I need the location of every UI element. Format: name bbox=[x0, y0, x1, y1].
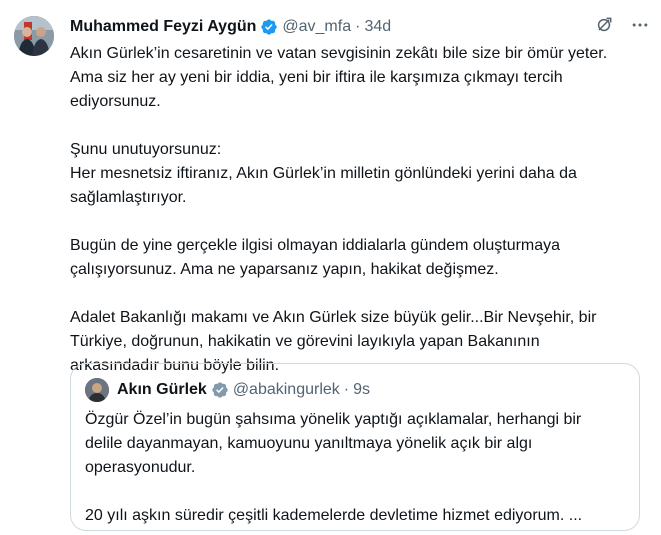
author-handle[interactable]: @av_mfa bbox=[282, 18, 351, 36]
quoted-tweet-timestamp[interactable]: 9s bbox=[353, 381, 370, 399]
tweet: Muhammed Feyzi Aygün @av_mfa · 34d Akın … bbox=[0, 0, 661, 535]
quoted-line: 20 yılı aşkın süredir çeşitli kademelerd… bbox=[85, 507, 583, 524]
verified-badge-icon bbox=[260, 18, 278, 36]
tweet-line: Her mesnetsiz iftiranız, Akın Gürlek’in … bbox=[70, 165, 577, 182]
quoted-line: operasyonudur. bbox=[85, 459, 196, 476]
tweet-text: Akın Gürlek’in cesaretinin ve vatan sevg… bbox=[70, 42, 650, 378]
tweet-line: Bugün de yine gerçekle ilgisi olmayan id… bbox=[70, 237, 561, 254]
quoted-author-avatar[interactable] bbox=[85, 378, 109, 402]
tweet-line: Şunu unutuyorsunuz: bbox=[70, 141, 222, 158]
quoted-tweet-text: Özgür Özel’in bugün şahsıma yönelik yapt… bbox=[85, 408, 630, 528]
more-options-icon[interactable] bbox=[629, 14, 651, 36]
tweet-line: Akın Gürlek’in cesaretinin ve vatan sevg… bbox=[70, 45, 608, 62]
verified-badge-icon bbox=[211, 381, 229, 399]
grok-icon[interactable] bbox=[593, 14, 615, 36]
separator-dot: · bbox=[343, 381, 350, 398]
quoted-tweet[interactable]: Akın Gürlek @abakingurlek · 9s Özgür Öze… bbox=[70, 363, 640, 531]
quoted-tweet-header: Akın Gürlek @abakingurlek · 9s bbox=[85, 378, 370, 402]
author-name[interactable]: Muhammed Feyzi Aygün bbox=[70, 18, 256, 36]
tweet-line: ediyorsunuz. bbox=[70, 93, 161, 110]
quoted-author-name[interactable]: Akın Gürlek bbox=[117, 381, 207, 399]
quoted-author-handle[interactable]: @abakingurlek bbox=[233, 381, 340, 399]
tweet-line: çalışıyorsunuz. Ama ne yaparsanız yapın,… bbox=[70, 261, 499, 278]
author-avatar[interactable] bbox=[14, 16, 54, 56]
tweet-line: Adalet Bakanlığı makamı ve Akın Gürlek s… bbox=[70, 309, 597, 326]
tweet-header-actions bbox=[593, 14, 651, 36]
separator-dot: · bbox=[355, 18, 361, 35]
tweet-timestamp[interactable]: 34d bbox=[364, 18, 391, 36]
quoted-line: Özgür Özel’in bugün şahsıma yönelik yapt… bbox=[85, 411, 582, 428]
tweet-line: Ama siz her ay yeni bir iddia, yeni bir … bbox=[70, 69, 563, 86]
quoted-line: delile dayanmayan, kamuoyunu yanıltmaya … bbox=[85, 435, 533, 452]
tweet-line: sağlamlaştırıyor. bbox=[70, 189, 187, 206]
tweet-line: Türkiye, doğrunun, hakikatin ve görevini… bbox=[70, 333, 540, 350]
tweet-header: Muhammed Feyzi Aygün @av_mfa · 34d bbox=[70, 16, 651, 38]
